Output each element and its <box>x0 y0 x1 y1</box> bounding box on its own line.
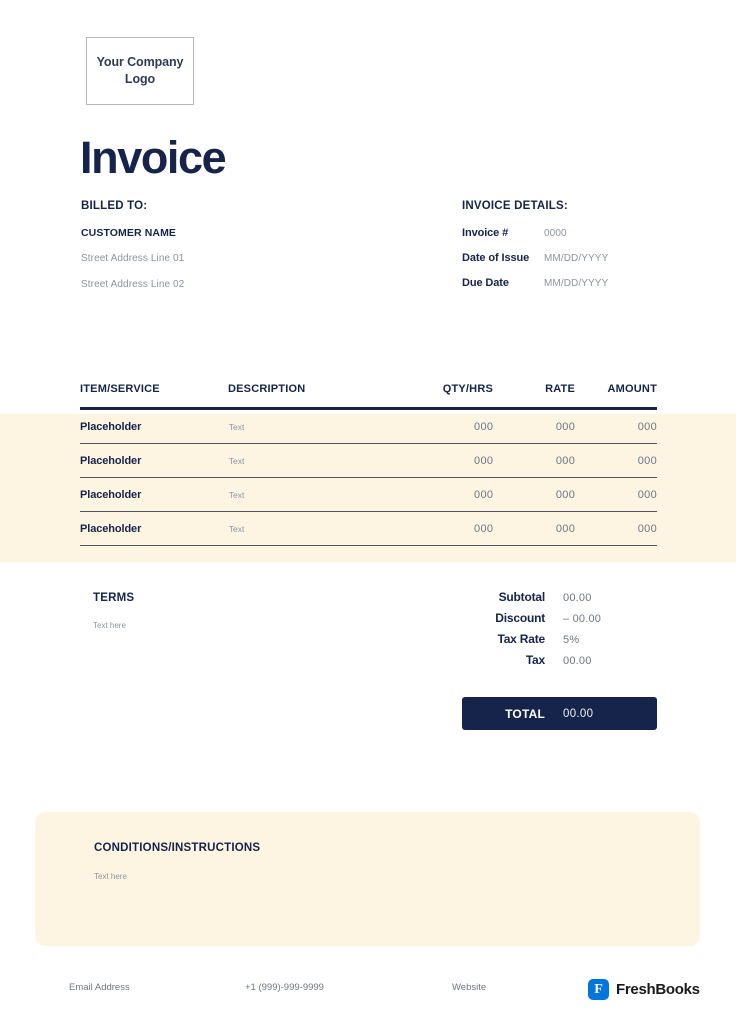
row-rate: 000 <box>555 420 576 433</box>
row-item: Placeholder <box>80 420 142 433</box>
tax-rate-value: 5% <box>563 634 580 646</box>
table-row[interactable]: Placeholder Text 000 000 000 <box>80 478 657 512</box>
total-value: 00.00 <box>563 707 594 720</box>
address-line-2: Street Address Line 02 <box>81 279 185 290</box>
subtotal-value: 00.00 <box>563 592 592 604</box>
date-of-issue-row: Date of Issue MM/DD/YYYY <box>462 252 702 264</box>
conditions-text[interactable]: Text here <box>94 872 127 881</box>
row-item: Placeholder <box>80 488 142 501</box>
table-row[interactable]: Placeholder Text 000 000 000 <box>80 512 657 546</box>
row-qty: 000 <box>474 454 494 467</box>
totals-section: Subtotal 00.00 Discount – 00.00 Tax Rate… <box>462 590 657 674</box>
invoice-number-label: Invoice # <box>462 227 509 239</box>
discount-label: Discount <box>495 611 545 625</box>
freshbooks-mark-icon: F <box>588 979 609 1000</box>
freshbooks-mark-letter: F <box>594 981 603 997</box>
date-of-issue-value[interactable]: MM/DD/YYYY <box>544 253 608 264</box>
freshbooks-logo[interactable]: F FreshBooks <box>588 979 700 1000</box>
customer-name: CUSTOMER NAME <box>81 227 177 239</box>
discount-value: – 00.00 <box>563 613 602 625</box>
row-amount: 000 <box>637 454 658 467</box>
conditions-instructions-box: CONDITIONS/INSTRUCTIONS Text here <box>35 812 700 946</box>
footer-website[interactable]: Website <box>452 982 486 993</box>
date-of-issue-label: Date of Issue <box>462 252 530 264</box>
discount-row: Discount – 00.00 <box>462 611 657 625</box>
due-date-row: Due Date MM/DD/YYYY <box>462 277 702 289</box>
row-description: Text <box>228 489 245 500</box>
due-date-label: Due Date <box>462 277 509 289</box>
tax-label: Tax <box>525 653 545 667</box>
column-header-qty-hrs: QTY/HRS <box>442 383 493 395</box>
subtotal-row: Subtotal 00.00 <box>462 590 657 604</box>
total-label: TOTAL <box>505 706 545 721</box>
row-rate: 000 <box>555 522 576 535</box>
row-qty: 000 <box>474 488 494 501</box>
column-header-item-service: ITEM/SERVICE <box>80 383 160 395</box>
row-amount: 000 <box>637 420 658 433</box>
row-amount: 000 <box>637 488 658 501</box>
row-description: Text <box>228 421 245 432</box>
tax-rate-row: Tax Rate 5% <box>462 632 657 646</box>
invoice-number-value[interactable]: 0000 <box>544 228 567 239</box>
row-item: Placeholder <box>80 522 142 535</box>
table-row[interactable]: Placeholder Text 000 000 000 <box>80 444 657 478</box>
invoice-number-row: Invoice # 0000 <box>462 227 702 239</box>
terms-heading: TERMS <box>93 592 135 604</box>
tax-value: 00.00 <box>563 655 592 667</box>
footer-phone-number[interactable]: +1 (999)-999-9999 <box>245 982 324 993</box>
items-table: ITEM/SERVICE DESCRIPTION QTY/HRS RATE AM… <box>80 383 657 546</box>
tax-rate-label: Tax Rate <box>497 632 545 646</box>
column-header-rate: RATE <box>545 383 575 395</box>
column-header-amount: AMOUNT <box>607 383 657 395</box>
billed-to-section: BILLED TO: CUSTOMER NAME Street Address … <box>81 200 411 305</box>
row-rate: 000 <box>555 454 576 467</box>
row-description: Text <box>228 523 245 534</box>
due-date-value[interactable]: MM/DD/YYYY <box>544 278 608 289</box>
row-qty: 000 <box>474 522 494 535</box>
freshbooks-wordmark: FreshBooks <box>616 981 700 998</box>
subtotal-label: Subtotal <box>498 590 546 604</box>
table-row[interactable]: Placeholder Text 000 000 000 <box>80 410 657 444</box>
company-logo-label: Your Company Logo <box>96 55 184 86</box>
billed-to-heading: BILLED TO: <box>81 200 148 212</box>
row-qty: 000 <box>474 420 494 433</box>
invoice-details-heading: INVOICE DETAILS: <box>462 200 568 212</box>
tax-row: Tax 00.00 <box>462 653 657 667</box>
total-bar: TOTAL 00.00 <box>462 697 657 730</box>
items-table-header-row: ITEM/SERVICE DESCRIPTION QTY/HRS RATE AM… <box>80 383 657 407</box>
footer-email-address[interactable]: Email Address <box>69 982 130 993</box>
company-logo-placeholder[interactable]: Your Company Logo <box>86 37 194 105</box>
row-description: Text <box>228 455 245 466</box>
row-item: Placeholder <box>80 454 142 467</box>
page-title: Invoice <box>80 132 227 183</box>
terms-text[interactable]: Text here <box>93 621 323 630</box>
row-amount: 000 <box>637 522 658 535</box>
conditions-heading: CONDITIONS/INSTRUCTIONS <box>94 842 261 854</box>
row-rate: 000 <box>555 488 576 501</box>
invoice-page: Your Company Logo Invoice BILLED TO: CUS… <box>0 0 736 1034</box>
column-header-description: DESCRIPTION <box>228 383 306 395</box>
address-line-1: Street Address Line 01 <box>81 253 185 264</box>
invoice-details-section: INVOICE DETAILS: Invoice # 0000 Date of … <box>462 200 702 302</box>
terms-section: TERMS Text here <box>93 592 323 630</box>
